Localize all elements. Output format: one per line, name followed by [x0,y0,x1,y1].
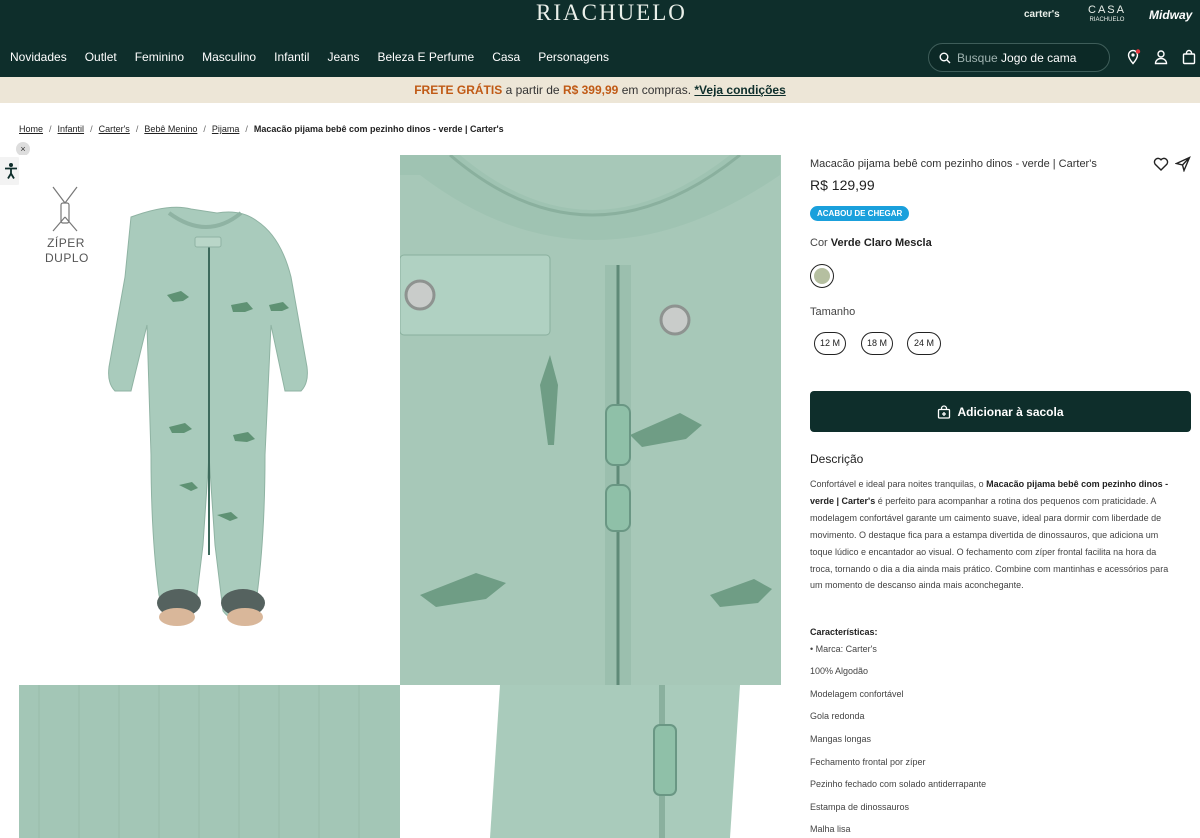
color-label: Cor Verde Claro Mescla [810,237,932,249]
bag-add-icon [938,404,951,419]
add-to-bag-button[interactable]: Adicionar à sacola [810,391,1191,432]
nav-item-beleza[interactable]: Beleza E Perfume [378,50,475,64]
pajama-illustration [52,186,308,626]
zipper-label-line-1: ZÍPER [47,236,85,250]
breadcrumb-bebe-menino[interactable]: Bebê Menino [144,124,197,134]
color-swatch-selected[interactable] [810,264,834,288]
search-icon [939,52,951,63]
characteristic-item: Malha lisa [810,824,851,834]
characteristic-item: Modelagem confortável [810,689,904,699]
breadcrumb-infantil[interactable]: Infantil [58,124,85,134]
description-heading: Descrição [810,452,864,466]
location-icon[interactable] [1125,49,1141,65]
breadcrumb-current: Macacão pijama bebê com pezinho dinos - … [253,124,504,134]
nav-item-jeans[interactable]: Jeans [327,50,359,64]
accessibility-close-button[interactable]: × [16,142,30,156]
breadcrumb-home[interactable]: Home [19,124,43,134]
breadcrumb: Home / Infantil / Carter's / Bebê Menino… [19,124,504,134]
nav-item-personagens[interactable]: Personagens [538,50,609,64]
product-image-foot-zipper[interactable] [400,685,781,838]
zipper-label-line-2: DUPLO [45,251,89,265]
nav-item-novidades[interactable]: Novidades [10,50,67,64]
breadcrumb-separator: / [90,124,93,134]
size-option-24m[interactable]: 24 M [907,332,941,355]
brand-casa-sub: RIACHUELO [1089,17,1125,23]
brand-casa-label: CASA [1088,4,1126,16]
zipper-feature-label: ZÍPER DUPLO [45,236,89,266]
product-image-main[interactable] [19,155,400,685]
product-image-detail-zipper[interactable] [400,155,781,685]
brand-link-casa[interactable]: CASA RIACHUELO [1088,4,1126,24]
characteristic-item: Fechamento frontal por zíper [810,757,926,767]
characteristic-item: • Marca: Carter's [810,644,877,654]
breadcrumb-separator: / [135,124,139,134]
size-option-12m[interactable]: 12 M [814,332,846,355]
nav-item-feminino[interactable]: Feminino [135,50,184,64]
characteristic-item: Gola redonda [810,711,865,721]
zipper-detail-illustration [400,155,781,685]
add-to-bag-label: Adicionar à sacola [957,404,1064,419]
favorite-heart-icon[interactable] [1153,156,1169,172]
product-title: Macacão pijama bebê com pezinho dinos - … [810,158,1097,170]
characteristic-item: Mangas longas [810,734,872,744]
breadcrumb-carters[interactable]: Carter's [99,124,130,134]
new-arrival-badge: ACABOU DE CHEGAR [810,206,910,221]
breadcrumb-separator: / [49,124,52,134]
product-price: R$ 129,99 [810,177,875,193]
share-icon[interactable] [1175,156,1191,172]
nav-item-masculino[interactable]: Masculino [202,50,256,64]
product-image-fabric[interactable] [19,685,400,838]
breadcrumb-pijama[interactable]: Pijama [212,124,240,134]
characteristic-item: Pezinho fechado com solado antiderrapant… [810,779,987,789]
user-icon[interactable] [1153,49,1169,65]
breadcrumb-separator: / [203,124,206,134]
characteristic-item: Estampa de dinossauros [810,802,910,812]
size-option-18m[interactable]: 18 M [861,332,893,355]
breadcrumb-separator: / [245,124,248,134]
top-header: RIACHUELO carter's CASA RIACHUELO Midway… [0,0,1200,77]
nav-item-outlet[interactable]: Outlet [85,50,117,64]
description-text: Confortável e ideal para noites tranquil… [810,479,1169,591]
promo-text-2: em compras. [621,83,692,97]
promo-text-1: a partir de [505,83,560,97]
characteristics-heading: Características: [810,627,878,637]
foot-zipper-illustration [400,685,781,838]
site-logo[interactable]: RIACHUELO [536,0,687,28]
bag-icon[interactable] [1181,49,1197,65]
color-value: Verde Claro Mescla [830,237,932,249]
promo-conditions-link[interactable]: *Veja condições [694,83,785,97]
promo-amount: R$ 399,99 [562,83,619,97]
search-input[interactable]: Busque Jogo de cama [928,43,1110,72]
accessibility-icon [5,163,17,179]
nav-item-casa[interactable]: Casa [492,50,520,64]
search-placeholder: Busque Jogo de cama [957,50,1077,65]
color-swatch-fill [814,268,830,284]
size-label: Tamanho [810,306,856,318]
brand-link-midway[interactable]: Midway [1149,8,1192,22]
characteristic-item: 100% Algodão [810,666,869,676]
promo-banner: FRETE GRÁTIS a partir de R$ 399,99 em co… [0,77,1200,103]
nav-item-infantil[interactable]: Infantil [274,50,309,64]
brand-link-carters[interactable]: carter's [1024,9,1060,20]
main-nav: Novidades Outlet Feminino Masculino Infa… [10,50,609,64]
fabric-texture [19,685,400,838]
promo-highlight: FRETE GRÁTIS [414,83,503,97]
